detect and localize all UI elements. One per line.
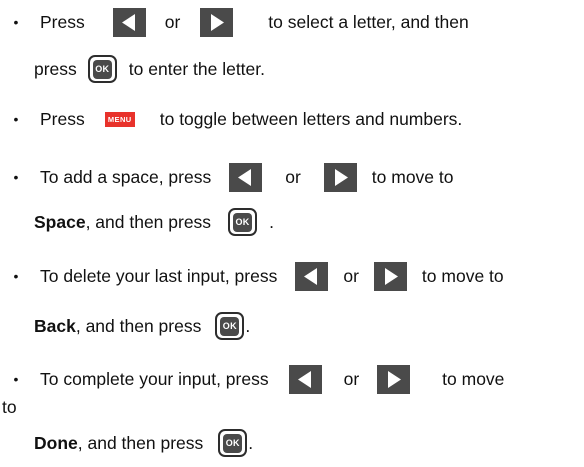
item-text: to move to xyxy=(371,166,454,187)
item-text: or xyxy=(343,265,359,286)
item-text: to move xyxy=(442,368,505,389)
ok-key-icon: OK xyxy=(228,208,258,236)
left-arrow-key-icon xyxy=(229,162,263,192)
item-delete-line-2: Back , and then press OK . xyxy=(0,309,250,343)
bullet: • xyxy=(13,268,19,284)
ok-key-icon: OK xyxy=(87,55,117,83)
menu-key-icon: MENU xyxy=(102,105,137,133)
item-text: To add a space, press xyxy=(40,166,212,187)
item-text: to xyxy=(2,396,17,417)
instruction-page: • Press or to select a letter, and then … xyxy=(0,0,584,467)
item-delete-line-1: • To delete your last input, press or to… xyxy=(0,259,504,293)
item-text: , and then press xyxy=(77,432,204,453)
bullet: • xyxy=(13,169,19,185)
item-text: or xyxy=(285,166,301,187)
item-text: Press xyxy=(40,108,85,129)
item-text: . xyxy=(269,211,274,232)
bullet: • xyxy=(13,111,19,127)
item-toggle-line: • Press MENU to toggle between letters a… xyxy=(0,102,462,136)
space-label: Space xyxy=(34,211,86,232)
item-text: to toggle between letters and numbers. xyxy=(159,108,463,129)
ok-key-icon: OK xyxy=(215,312,245,340)
item-text: , and then press xyxy=(75,315,202,336)
item-complete-line-3: Done , and then press OK . xyxy=(0,426,253,460)
right-arrow-key-icon xyxy=(373,261,407,291)
item-complete-line-2: to xyxy=(0,390,17,424)
item-text: To complete your input, press xyxy=(40,368,269,389)
left-arrow-key-icon xyxy=(288,364,322,394)
item-select-letter-line-2: press OK to enter the letter. xyxy=(0,52,265,86)
item-text: or xyxy=(343,368,360,389)
item-text: to move to xyxy=(421,265,504,286)
done-label: Done xyxy=(34,432,78,453)
bullet: • xyxy=(13,14,19,30)
item-select-letter-line-1: • Press or to select a letter, and then xyxy=(0,5,469,39)
item-complete-line-1: • To complete your input, press or to mo… xyxy=(0,362,504,396)
item-text: . xyxy=(245,315,251,336)
left-arrow-key-icon xyxy=(112,7,146,37)
item-text: press xyxy=(34,58,77,79)
item-text: to select a letter, and then xyxy=(268,11,469,32)
right-arrow-key-icon xyxy=(377,364,411,394)
right-arrow-key-icon xyxy=(200,7,234,37)
item-add-space-line-2: Space , and then press OK . xyxy=(0,205,274,239)
item-text: . xyxy=(248,432,254,453)
item-add-space-line-1: • To add a space, press or to move to xyxy=(0,160,454,194)
left-arrow-key-icon xyxy=(295,261,329,291)
item-text: or xyxy=(164,11,181,32)
bullet: • xyxy=(13,371,19,387)
item-text: Press xyxy=(40,11,85,32)
ok-key-icon: OK xyxy=(218,429,248,457)
right-arrow-key-icon xyxy=(323,162,357,192)
back-label: Back xyxy=(34,315,76,336)
item-text: to enter the letter. xyxy=(128,58,265,79)
item-text: To delete your last input, press xyxy=(40,265,278,286)
item-text: , and then press xyxy=(85,211,212,232)
